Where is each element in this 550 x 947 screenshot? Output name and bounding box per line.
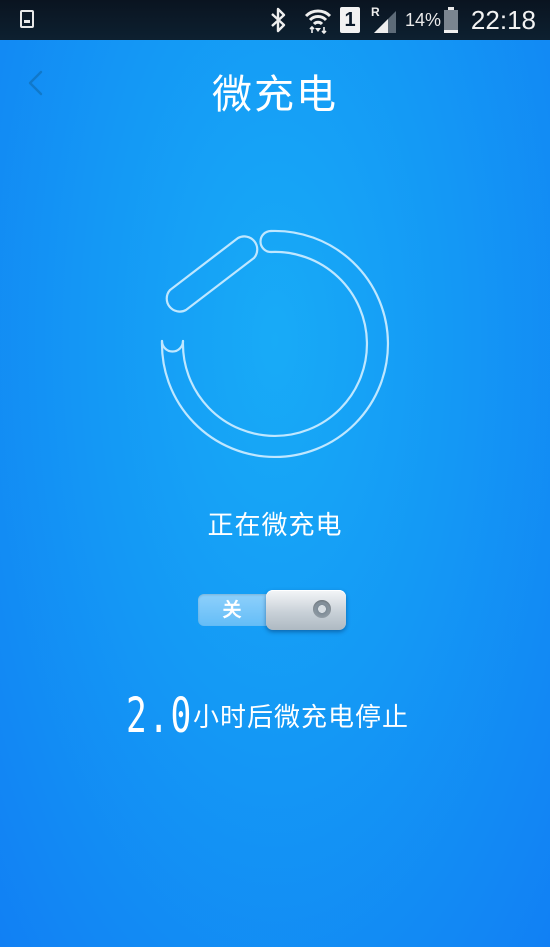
sim-card-icon — [20, 10, 34, 28]
hours-value: 2.0 — [126, 688, 193, 744]
toggle-label: 关 — [222, 599, 242, 621]
sim-1-icon: 1 — [340, 7, 360, 33]
bluetooth-icon — [271, 7, 286, 33]
signal-icon: R — [371, 5, 396, 33]
battery-percent: 14% — [405, 10, 442, 30]
charging-status: 正在微充电 — [207, 511, 343, 541]
hours-text: 小时后微充电停止 — [193, 703, 410, 733]
hours-remaining: 2.0 小时后微充电停止 — [0, 686, 550, 746]
knob-dot-icon — [313, 600, 331, 618]
power-ring-icon — [160, 229, 389, 458]
status-bar: 1 R 14% 22:18 — [0, 0, 550, 40]
wifi-icon — [304, 9, 332, 34]
page-title: 微充电 — [212, 72, 338, 118]
micro-charge-screen: 1 R 14% 22:18 微充电 正在微充电 关 2.0 小时后微充电停止 — [0, 0, 550, 947]
battery-icon — [444, 7, 458, 33]
micro-charge-toggle[interactable]: 关 — [198, 590, 350, 632]
status-time: 22:18 — [470, 5, 536, 35]
roaming-label: R — [371, 5, 380, 19]
toggle-knob[interactable] — [266, 590, 346, 630]
